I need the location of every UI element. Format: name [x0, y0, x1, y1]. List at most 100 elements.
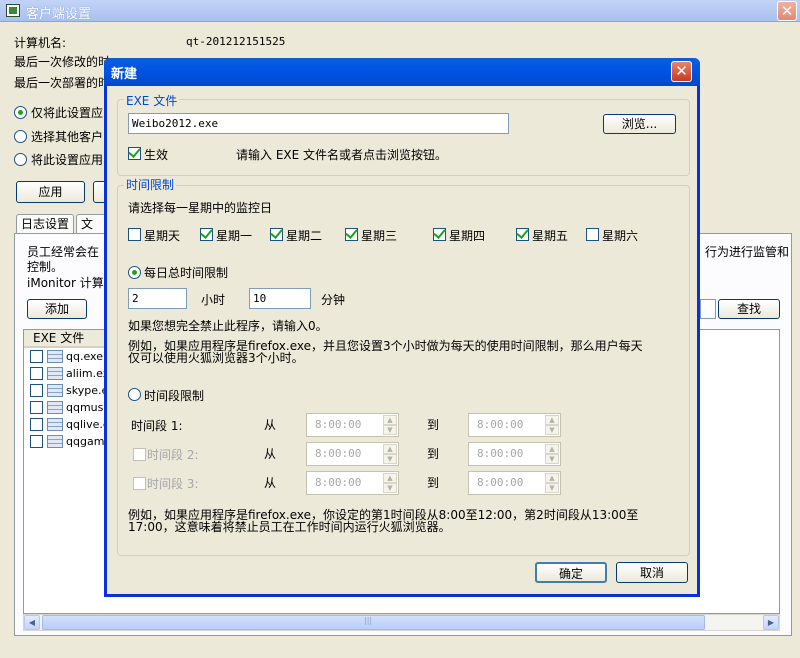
- list-item[interactable]: qq.exe: [66, 350, 103, 363]
- minutes-unit: 分钟: [321, 293, 346, 307]
- period-to-label: 到: [427, 418, 440, 432]
- spin-down-icon[interactable]: ▼: [545, 425, 559, 435]
- weekday-checkbox[interactable]: [270, 228, 283, 241]
- daily-limit-radio[interactable]: [128, 266, 141, 279]
- dialog-close-button[interactable]: ✕: [671, 61, 692, 82]
- tab-documents[interactable]: 文档: [76, 214, 106, 249]
- weekday-prompt: 请选择每一星期中的监控日: [128, 201, 273, 215]
- enabled-checkbox[interactable]: [128, 147, 141, 160]
- list-item-checkbox[interactable]: [30, 350, 43, 363]
- select-other-radio[interactable]: [14, 130, 27, 143]
- search-input[interactable]: [700, 299, 716, 319]
- close-icon: ✕: [675, 62, 688, 80]
- spin-up-icon[interactable]: ▲: [383, 444, 397, 454]
- list-item-icon: [47, 418, 63, 431]
- exe-group-title: EXE 文件: [124, 92, 180, 109]
- spin-down-icon[interactable]: ▼: [545, 454, 559, 464]
- select-other-label: 选择其他客户: [31, 130, 104, 144]
- list-item-checkbox[interactable]: [30, 401, 43, 414]
- scroll-right-icon[interactable]: ▶: [763, 615, 779, 630]
- period-label: 时间段 3:: [147, 477, 199, 491]
- exe-filename-input[interactable]: Weibo2012.exe: [128, 113, 509, 134]
- computer-name-value: qt-201212151525: [186, 35, 286, 48]
- weekday-checkbox[interactable]: [433, 228, 446, 241]
- last-modified-label: 最后一次修改的时: [14, 55, 111, 69]
- list-item-checkbox[interactable]: [30, 418, 43, 431]
- apply-all-label: 将此设置应用: [31, 153, 104, 167]
- list-item-checkbox[interactable]: [30, 384, 43, 397]
- scroll-left-icon[interactable]: ◀: [24, 615, 40, 630]
- spin-down-icon[interactable]: ▼: [545, 483, 559, 493]
- period-checkbox[interactable]: [133, 477, 146, 490]
- outer-title-bar: 客户端设置 ✕: [0, 0, 800, 22]
- apply-all-radio[interactable]: [14, 153, 27, 166]
- spin-down-icon[interactable]: ▼: [383, 425, 397, 435]
- add-button[interactable]: 添加: [27, 299, 87, 319]
- weekday-checkbox[interactable]: [128, 228, 141, 241]
- spin-down-icon[interactable]: ▼: [383, 483, 397, 493]
- outer-close-button[interactable]: ✕: [777, 1, 797, 21]
- period-from-label: 从: [264, 418, 277, 432]
- weekday-label: 星期二: [286, 229, 323, 243]
- spin-up-icon[interactable]: ▲: [545, 473, 559, 483]
- weekday-checkbox[interactable]: [516, 228, 529, 241]
- spin-down-icon[interactable]: ▼: [383, 454, 397, 464]
- weekday-checkbox[interactable]: [586, 228, 599, 241]
- period-from-label: 从: [264, 476, 277, 490]
- apply-this-radio[interactable]: [14, 106, 27, 119]
- period-limit-radio[interactable]: [128, 388, 141, 401]
- browse-button[interactable]: 浏览...: [603, 114, 676, 134]
- description-right: 行为进行监管和: [705, 245, 790, 259]
- list-item-icon: [47, 384, 63, 397]
- exe-hint: 请输入 EXE 文件名或者点击浏览按钮。: [236, 148, 448, 162]
- outer-window-title: 客户端设置: [26, 7, 92, 22]
- spin-up-icon[interactable]: ▲: [383, 473, 397, 483]
- scroll-thumb[interactable]: [42, 615, 705, 630]
- list-header-exe[interactable]: EXE 文件: [24, 330, 106, 348]
- daily-limit-label: 每日总时间限制: [144, 266, 229, 280]
- weekday-label: 星期四: [449, 229, 486, 243]
- grip-icon: |||: [364, 616, 373, 625]
- weekday-label: 星期三: [361, 229, 398, 243]
- dialog-title-bar: 新建 ✕: [104, 58, 700, 86]
- dialog-title: 新建: [111, 67, 138, 82]
- weekday-label: 星期五: [532, 229, 569, 243]
- list-item-icon: [47, 367, 63, 380]
- cancel-button[interactable]: 取消: [616, 562, 688, 583]
- enabled-label: 生效: [144, 148, 169, 162]
- last-deployed-label: 最后一次部署的时: [14, 76, 111, 90]
- horizontal-scrollbar[interactable]: ◀ ||| ▶: [23, 614, 780, 631]
- list-item-checkbox[interactable]: [30, 435, 43, 448]
- apply-this-label: 仅将此设置应: [31, 106, 104, 120]
- minutes-input[interactable]: 10: [249, 288, 311, 309]
- computer-name-label: 计算机名:: [14, 36, 67, 50]
- weekday-checkbox[interactable]: [200, 228, 213, 241]
- forbid-hint: 如果您想完全禁止此程序，请输入0。: [128, 319, 328, 333]
- spin-up-icon[interactable]: ▲: [545, 444, 559, 454]
- weekday-label: 星期一: [216, 229, 253, 243]
- time-limit-group-title: 时间限制: [124, 176, 177, 193]
- imonitor-text: iMonitor 计算机: [27, 276, 116, 290]
- hours-input[interactable]: 2: [128, 288, 187, 309]
- tab-log-settings[interactable]: 日志设置: [16, 214, 75, 234]
- list-item[interactable]: skype.e: [66, 384, 108, 397]
- weekday-checkbox[interactable]: [345, 228, 358, 241]
- weekday-label: 星期天: [144, 229, 181, 243]
- list-item-icon: [47, 350, 63, 363]
- close-icon: ✕: [780, 2, 794, 20]
- list-item-icon: [47, 401, 63, 414]
- spin-up-icon[interactable]: ▲: [383, 415, 397, 425]
- list-item-checkbox[interactable]: [30, 367, 43, 380]
- description-line2: 控制。: [27, 260, 64, 274]
- find-button[interactable]: 查找: [718, 299, 780, 319]
- apply-button[interactable]: 应用: [16, 181, 85, 203]
- period-to-label: 到: [427, 476, 440, 490]
- period-limit-label: 时间段限制: [144, 389, 205, 403]
- period-from-label: 从: [264, 447, 277, 461]
- app-icon: [6, 4, 20, 17]
- exe-group: [117, 99, 690, 176]
- period-checkbox[interactable]: [133, 448, 146, 461]
- spin-up-icon[interactable]: ▲: [545, 415, 559, 425]
- ok-button[interactable]: 确定: [535, 562, 607, 583]
- period-label: 时间段 2:: [147, 448, 199, 462]
